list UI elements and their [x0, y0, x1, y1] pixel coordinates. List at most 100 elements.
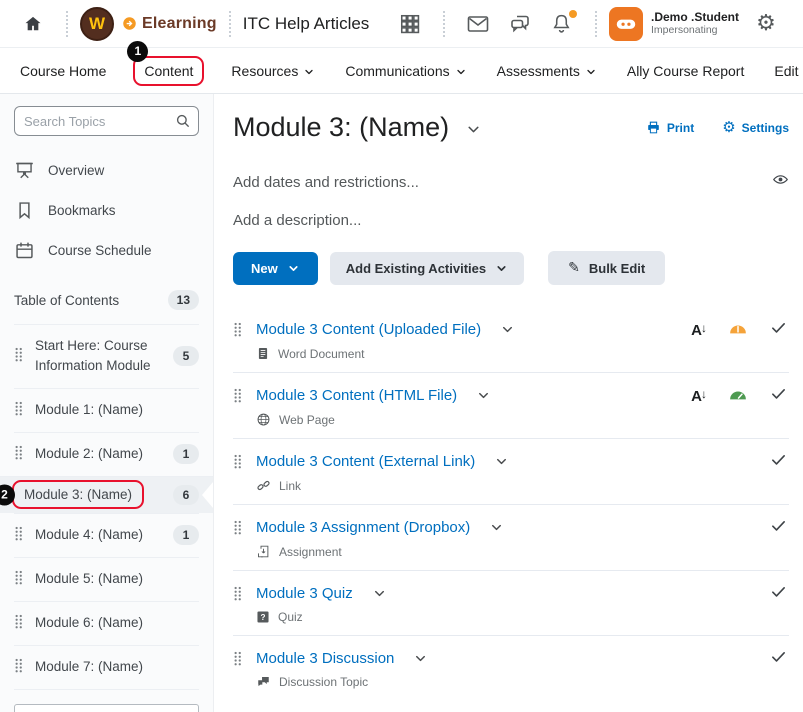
mail-icon[interactable]: [465, 11, 491, 37]
drag-handle-icon: [233, 519, 242, 537]
item-actions-chevron-icon[interactable]: [489, 520, 504, 540]
nav-item-communications[interactable]: Communications: [345, 63, 466, 79]
settings-button[interactable]: ⚙ Settings: [722, 120, 789, 135]
content-item-row: Module 3 Assignment (Dropbox)Assignment: [233, 505, 789, 571]
content-type-label: Discussion Topic: [279, 675, 368, 689]
content-item-link[interactable]: Module 3 Content (Uploaded File): [256, 321, 481, 338]
discussion-icon: [256, 675, 271, 689]
notification-dot: [569, 10, 577, 18]
search-input[interactable]: [14, 106, 199, 136]
assignment-icon: [256, 544, 271, 559]
table-of-contents-header[interactable]: Table of Contents 13: [14, 286, 199, 314]
item-actions-chevron-icon[interactable]: [372, 586, 387, 606]
drag-handle-icon: [14, 444, 23, 462]
content-item-link[interactable]: Module 3 Content (HTML File): [256, 387, 457, 404]
content-item-row: Module 3 Discussion Discussion Topic: [233, 636, 789, 700]
elearning-brand[interactable]: Elearning: [122, 15, 217, 33]
completion-check-icon: [770, 517, 787, 534]
drag-handle-icon: [233, 650, 242, 668]
drag-handle-icon: [233, 585, 242, 603]
bulk-edit-button[interactable]: ✎ Bulk Edit: [548, 251, 665, 285]
add-dates-restrictions[interactable]: Add dates and restrictions...: [233, 174, 419, 191]
content-type-label: Web Page: [279, 413, 335, 427]
app-grid-icon[interactable]: [397, 11, 423, 37]
download-alternative-formats-icon[interactable]: A↓: [691, 321, 706, 339]
chevron-down-icon: [585, 66, 597, 78]
visibility-eye-icon[interactable]: [772, 171, 789, 193]
chat-icon[interactable]: [507, 11, 533, 37]
item-actions-chevron-icon[interactable]: [413, 651, 428, 671]
sidebar-module-start-here-course-information-module[interactable]: Start Here: Course Information Module5: [14, 324, 199, 388]
download-alternative-formats-icon[interactable]: A↓: [691, 387, 706, 405]
globe-icon: [256, 412, 271, 427]
admin-gear-icon[interactable]: ⚙: [753, 11, 779, 37]
content-item-row: Module 3 Content (HTML File) Web Page A↓: [233, 373, 789, 439]
ally-accessibility-score-orange[interactable]: [729, 321, 747, 339]
chevron-down-icon: [372, 586, 387, 601]
quiz-icon: ?: [256, 610, 270, 624]
sidebar-module-module-3-name-[interactable]: 2Module 3: (Name)6: [0, 476, 213, 513]
brand-label: Elearning: [142, 15, 217, 33]
chevron-down-icon: [455, 66, 467, 78]
nav-item-ally-course-report[interactable]: Ally Course Report: [627, 63, 745, 79]
svg-text:?: ?: [261, 613, 266, 622]
drag-handle-icon: [14, 525, 23, 543]
content-item-row: Module 3 Content (Uploaded File) Word Doc…: [233, 307, 789, 373]
sidebar-module-module-6-name-[interactable]: Module 6: (Name): [14, 601, 199, 645]
sidebar-module-module-5-name-[interactable]: Module 5: (Name): [14, 557, 199, 601]
chevron-down-icon: [500, 322, 515, 337]
nav-item-assessments[interactable]: Assessments: [497, 63, 597, 79]
content-item-link[interactable]: Module 3 Quiz: [256, 585, 353, 602]
chevron-down-icon: [413, 651, 428, 666]
sidebar-module-module-4-name-[interactable]: Module 4: (Name)1: [14, 513, 199, 557]
item-actions-chevron-icon[interactable]: [500, 322, 515, 342]
user-avatar-impersonation-icon[interactable]: [609, 7, 643, 41]
settings-gear-icon: ⚙: [722, 120, 735, 135]
sidebar-module-module-7-name-[interactable]: Module 7: (Name): [14, 645, 199, 690]
search-icon[interactable]: [174, 112, 192, 135]
item-actions-chevron-icon[interactable]: [476, 388, 491, 408]
home-icon[interactable]: [20, 11, 46, 37]
chevron-down-icon: [303, 66, 315, 78]
sidebar-item-course-schedule[interactable]: Course Schedule: [14, 230, 199, 270]
annotation-highlight-box: Content1: [133, 56, 204, 86]
drag-handle-icon: [14, 657, 23, 675]
calendar-icon: [14, 240, 35, 261]
content-item-link[interactable]: Module 3 Discussion: [256, 650, 394, 667]
notifications-bell-icon[interactable]: [549, 11, 575, 37]
item-actions-chevron-icon[interactable]: [494, 454, 509, 474]
module-count-badge: 6: [173, 485, 199, 505]
new-button[interactable]: New: [233, 252, 318, 285]
link-icon: [256, 478, 271, 493]
add-description[interactable]: Add a description...: [233, 212, 361, 229]
content-item-link[interactable]: Module 3 Content (External Link): [256, 453, 475, 470]
completion-check: [770, 385, 787, 407]
projector-screen-icon: [14, 160, 35, 181]
content-type-label: Word Document: [278, 347, 364, 361]
chevron-down-icon: [494, 454, 509, 469]
chevron-down-icon: [495, 262, 508, 275]
nav-item-course-home[interactable]: Course Home: [20, 63, 106, 79]
add-module-input[interactable]: [14, 704, 199, 712]
drag-handle-icon: [14, 400, 23, 418]
printer-icon: [646, 120, 661, 135]
page-title: Module 3: (Name): [233, 112, 449, 143]
user-menu[interactable]: .Demo .Student Impersonating: [651, 10, 739, 37]
toc-label: Table of Contents: [14, 293, 119, 308]
title-actions-chevron-icon[interactable]: [465, 121, 482, 143]
sidebar-item-bookmarks[interactable]: Bookmarks: [14, 190, 199, 230]
university-logo[interactable]: W: [80, 7, 114, 41]
content-item-link[interactable]: Module 3 Assignment (Dropbox): [256, 519, 470, 536]
ally-accessibility-score-green[interactable]: [729, 387, 747, 405]
nav-item-resources[interactable]: Resources: [231, 63, 315, 79]
user-status: Impersonating: [651, 24, 739, 37]
module-count-badge: 5: [173, 346, 199, 366]
print-button[interactable]: Print: [646, 120, 694, 135]
sidebar-module-module-1-name-[interactable]: Module 1: (Name): [14, 388, 199, 432]
completion-check-icon: [770, 385, 787, 402]
add-existing-activities-button[interactable]: Add Existing Activities: [330, 252, 524, 285]
sidebar-module-module-2-name-[interactable]: Module 2: (Name)1: [14, 432, 199, 476]
nav-item-edit-course[interactable]: Edit Course: [774, 63, 803, 79]
nav-item-content[interactable]: Content1: [136, 61, 201, 81]
sidebar-item-overview[interactable]: Overview: [14, 150, 199, 190]
